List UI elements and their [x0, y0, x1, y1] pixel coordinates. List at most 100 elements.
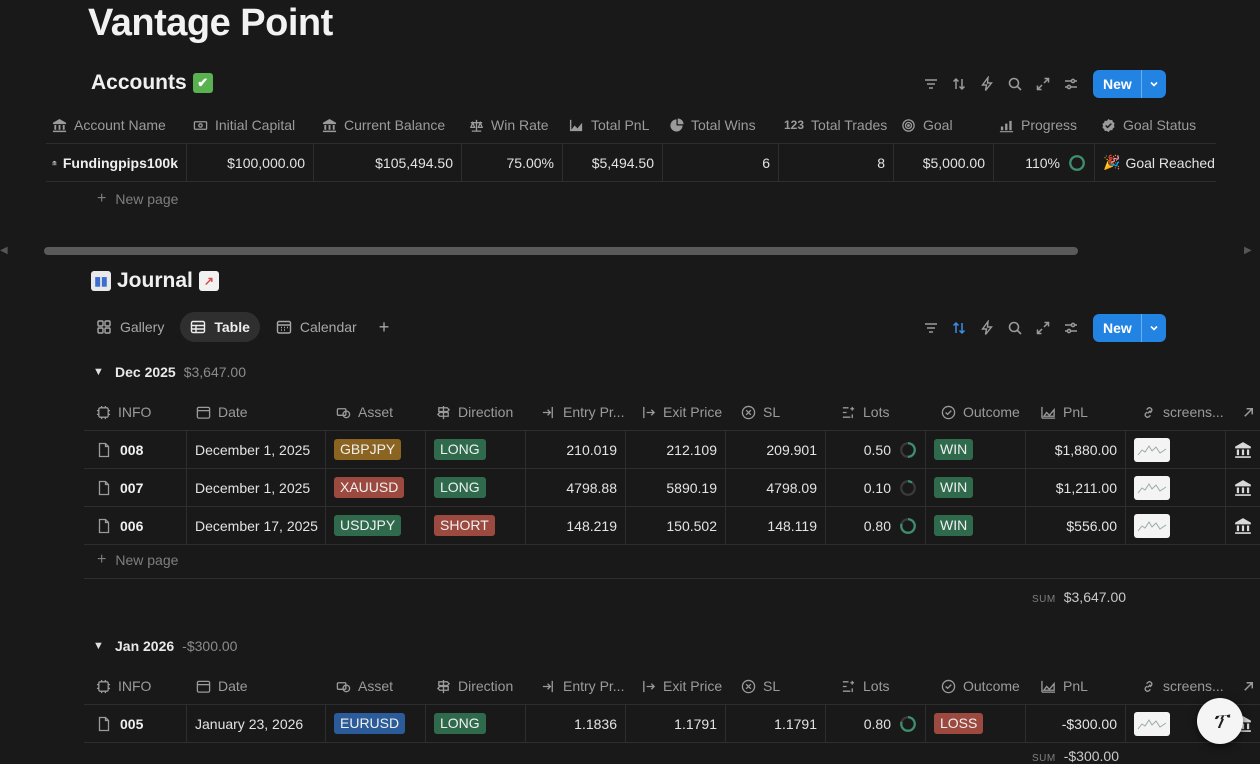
col-info[interactable]: INFO: [90, 404, 190, 420]
tab-gallery[interactable]: Gallery: [86, 312, 174, 342]
pnl-cell[interactable]: $1,880.00: [1026, 431, 1126, 468]
lots-cell[interactable]: 0.80: [826, 705, 926, 742]
exit-price-cell[interactable]: 212.109: [626, 431, 726, 468]
direction-cell[interactable]: LONG: [426, 469, 526, 506]
exit-price-cell[interactable]: 5890.19: [626, 469, 726, 506]
total-pnl-cell[interactable]: $5,494.50: [563, 144, 663, 181]
screenshot-thumbnail[interactable]: [1134, 437, 1170, 462]
sort-icon[interactable]: [945, 70, 973, 98]
outcome-cell[interactable]: WIN: [926, 507, 1026, 544]
col-entry-pr[interactable]: Entry Pr...: [535, 678, 635, 694]
col-screens[interactable]: screens...: [1135, 404, 1235, 420]
col-goal-status[interactable]: Goal Status: [1095, 117, 1215, 133]
sl-cell[interactable]: 209.901: [726, 431, 826, 468]
date-cell[interactable]: December 1, 2025: [187, 431, 326, 468]
screenshot-cell[interactable]: [1126, 431, 1226, 468]
col-exit-price[interactable]: Exit Price: [635, 404, 735, 420]
lots-cell[interactable]: 0.80: [826, 507, 926, 544]
group-header-dec-2025[interactable]: ▼ Dec 2025 $3,647.00: [93, 364, 246, 380]
initial-capital-cell[interactable]: $100,000.00: [187, 144, 314, 181]
chevron-down-icon[interactable]: [1140, 314, 1166, 342]
date-cell[interactable]: January 23, 2026: [187, 705, 326, 742]
sl-cell[interactable]: 148.119: [726, 507, 826, 544]
total-wins-cell[interactable]: 6: [663, 144, 779, 181]
accounts-new-page[interactable]: + New page: [97, 190, 178, 208]
sl-cell[interactable]: 4798.09: [726, 469, 826, 506]
progress-cell[interactable]: 110%: [994, 144, 1095, 181]
journal-new-page[interactable]: + New page: [97, 551, 178, 569]
add-view-button[interactable]: +: [373, 312, 396, 342]
col-date[interactable]: Date: [190, 404, 330, 420]
sl-cell[interactable]: 1.1791: [726, 705, 826, 742]
col-win-rate[interactable]: Win Rate: [463, 117, 563, 133]
exit-price-cell[interactable]: 1.1791: [626, 705, 726, 742]
col-asset[interactable]: Asset: [330, 404, 430, 420]
filter-icon[interactable]: [917, 314, 945, 342]
search-icon[interactable]: [1001, 70, 1029, 98]
group-sum-jan-2026[interactable]: SUM -$300.00: [1032, 748, 1119, 764]
col-outcome[interactable]: Outcome: [935, 678, 1035, 694]
screenshot-cell[interactable]: [1126, 469, 1226, 506]
accounts-new-button[interactable]: New: [1093, 70, 1166, 98]
screenshot-thumbnail[interactable]: [1134, 475, 1170, 500]
search-icon[interactable]: [1001, 314, 1029, 342]
col-date[interactable]: Date: [190, 678, 330, 694]
assistant-face-icon[interactable]: ፕ: [1197, 698, 1243, 744]
table-row[interactable]: 006 December 17, 2025 USDJPY SHORT 148.219 15…: [84, 506, 1260, 545]
open-full-page-arrow-icon[interactable]: [1235, 679, 1260, 694]
info-cell[interactable]: 006: [84, 507, 187, 544]
col-total-wins[interactable]: Total Wins: [663, 117, 778, 133]
col-progress[interactable]: Progress: [993, 117, 1095, 133]
col-pnl[interactable]: PnL: [1035, 678, 1135, 694]
chevron-down-icon[interactable]: [1140, 70, 1166, 98]
goal-status-cell[interactable]: 🎉 Goal Reached!: [1095, 144, 1216, 181]
info-cell[interactable]: 008: [84, 431, 187, 468]
lots-cell[interactable]: 0.50: [826, 431, 926, 468]
open-full-page-arrow-icon[interactable]: [1235, 405, 1260, 420]
journal-new-button[interactable]: New: [1093, 314, 1166, 342]
automation-lightning-icon[interactable]: [973, 314, 1001, 342]
journal-title[interactable]: ▮▮ Journal ↗: [91, 269, 219, 293]
group-sum-dec-2025[interactable]: SUM $3,647.00: [1032, 589, 1126, 605]
table-row[interactable]: 008 December 1, 2025 GBPJPY LONG 210.019 212.…: [84, 430, 1260, 469]
total-trades-cell[interactable]: 8: [779, 144, 894, 181]
col-sl[interactable]: SL: [735, 404, 835, 420]
col-lots[interactable]: Lots: [835, 404, 935, 420]
info-cell[interactable]: 007: [84, 469, 187, 506]
lots-cell[interactable]: 0.10: [826, 469, 926, 506]
col-lots[interactable]: Lots: [835, 678, 935, 694]
date-cell[interactable]: December 1, 2025: [187, 469, 326, 506]
accounts-table-row[interactable]: Fundingpips100k $100,000.00 $105,494.50 …: [46, 143, 1216, 182]
win-rate-cell[interactable]: 75.00%: [462, 144, 563, 181]
account-relation-cell[interactable]: [1226, 431, 1260, 468]
outcome-cell[interactable]: WIN: [926, 431, 1026, 468]
asset-cell[interactable]: XAUUSD: [326, 469, 426, 506]
pnl-cell[interactable]: $556.00: [1026, 507, 1126, 544]
info-cell[interactable]: 005: [84, 705, 187, 742]
asset-cell[interactable]: USDJPY: [326, 507, 426, 544]
settings-sliders-icon[interactable]: [1057, 314, 1085, 342]
expand-icon[interactable]: [1029, 70, 1057, 98]
accounts-title[interactable]: Accounts ✔: [91, 71, 213, 95]
col-sl[interactable]: SL: [735, 678, 835, 694]
pnl-cell[interactable]: $1,211.00: [1026, 469, 1126, 506]
exit-price-cell[interactable]: 150.502: [626, 507, 726, 544]
entry-price-cell[interactable]: 148.219: [526, 507, 626, 544]
settings-sliders-icon[interactable]: [1057, 70, 1085, 98]
tab-calendar[interactable]: Calendar: [266, 312, 367, 342]
group-header-jan-2026[interactable]: ▼ Jan 2026 -$300.00: [93, 638, 237, 654]
entry-price-cell[interactable]: 1.1836: [526, 705, 626, 742]
automation-lightning-icon[interactable]: [973, 70, 1001, 98]
scroll-right-arrow[interactable]: ▶: [1244, 245, 1252, 256]
expand-icon[interactable]: [1029, 314, 1057, 342]
col-exit-price[interactable]: Exit Price: [635, 678, 735, 694]
goal-cell[interactable]: $5,000.00: [894, 144, 994, 181]
col-entry-pr[interactable]: Entry Pr...: [535, 404, 635, 420]
sort-icon[interactable]: [945, 314, 973, 342]
direction-cell[interactable]: LONG: [426, 705, 526, 742]
caret-down-icon[interactable]: ▼: [93, 366, 107, 378]
tab-table[interactable]: Table: [180, 312, 260, 342]
screenshot-thumbnail[interactable]: [1134, 711, 1170, 736]
col-account-name[interactable]: Account Name: [46, 117, 187, 133]
col-goal[interactable]: Goal: [895, 117, 993, 133]
